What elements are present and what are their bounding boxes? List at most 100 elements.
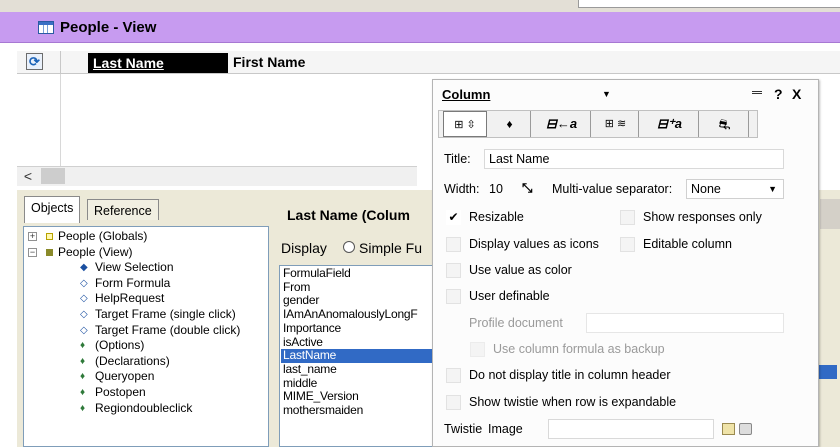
field-list-item[interactable]: LastName: [281, 349, 438, 363]
column-separator: [60, 51, 61, 74]
profile-document-label: Profile document: [469, 316, 563, 330]
show-responses-label: Show responses only: [643, 210, 762, 224]
tab-objects[interactable]: Objects: [24, 196, 81, 223]
tree-item-label: Regiondoubleclick: [95, 400, 193, 415]
width-field[interactable]: 10: [489, 182, 503, 196]
tree-item-label: People (Globals): [58, 229, 148, 243]
use-formula-label: Use column formula as backup: [493, 342, 665, 356]
tab-numbers[interactable]: ⊞ ≋: [593, 111, 639, 137]
globals-icon: [46, 233, 53, 240]
field-list-item[interactable]: Importance: [281, 321, 438, 336]
editable-column-label: Editable column: [643, 237, 732, 251]
dialog-close-button[interactable]: X: [792, 86, 801, 102]
right-edge-strip: [820, 199, 840, 229]
expand-icon[interactable]: +: [28, 232, 37, 241]
resizable-label: Resizable: [469, 210, 524, 224]
script-icon: ♦: [80, 340, 86, 352]
field-list-item[interactable]: isActive: [281, 335, 438, 350]
no-title-label: Do not display title in column header: [469, 368, 671, 382]
tree-item-label: Queryopen: [95, 369, 155, 384]
formula-icon[interactable]: [739, 423, 752, 435]
show-twistie-label: Show twistie when row is expandable: [469, 395, 677, 409]
field-list-item[interactable]: FormulaField: [281, 266, 438, 281]
show-responses-checkbox[interactable]: [620, 210, 635, 225]
title-field[interactable]: Last Name: [484, 149, 784, 169]
field-list-item[interactable]: MIME_Version: [281, 390, 438, 404]
folder-icon[interactable]: [722, 423, 735, 435]
simple-function-label: Simple Fu: [359, 240, 423, 256]
scrollbar-thumb[interactable]: [41, 168, 65, 184]
script-icon: ♦: [80, 402, 86, 414]
display-label: Display: [281, 240, 327, 256]
field-list-item[interactable]: mothersmaiden: [281, 403, 438, 418]
formula-diamond-icon: ◆: [80, 262, 88, 274]
tree-item-label: (Declarations): [95, 353, 170, 368]
dialog-help-button[interactable]: ?: [774, 86, 783, 102]
dialog-dropdown-arrow-icon[interactable]: ▼: [602, 89, 611, 99]
field-list[interactable]: FormulaField From gender IAmAnAnomalouslyLo…: [279, 265, 439, 447]
column-header-first-name[interactable]: First Name: [233, 54, 305, 70]
field-list-item[interactable]: last_name: [281, 362, 438, 377]
display-icons-checkbox[interactable]: [446, 237, 461, 252]
twistie-image-field[interactable]: [548, 419, 714, 439]
field-list-item[interactable]: middle: [281, 376, 438, 391]
value-color-checkbox[interactable]: [446, 263, 461, 278]
column-divider: [60, 74, 61, 166]
multi-value-label: Multi-value separator:: [552, 182, 673, 196]
field-list-item[interactable]: IAmAnAnomalouslyLongF: [281, 308, 438, 322]
top-right-input-strip: [578, 0, 840, 8]
tree-item-label: Target Frame (double click): [95, 322, 241, 337]
column-header-last-name[interactable]: Last Name: [88, 53, 228, 73]
dialog-minimize-icon[interactable]: [752, 91, 762, 94]
tab-title-font[interactable]: ⊟⁺a: [641, 111, 699, 137]
dialog-tabs: ⊞ ⇳ ♦ ⊟←a ⊞ ≋ ⊟⁺a ⛐: [438, 110, 758, 138]
field-list-item[interactable]: From: [281, 280, 438, 295]
resizable-checkbox[interactable]: ✔: [446, 210, 461, 225]
script-icon: ♦: [80, 387, 86, 398]
horizontal-scrollbar[interactable]: [17, 166, 417, 186]
refresh-icon[interactable]: ⟳: [26, 53, 43, 70]
no-title-checkbox[interactable]: [446, 368, 461, 383]
editable-column-checkbox[interactable]: [620, 237, 635, 252]
tab-reference[interactable]: Reference: [87, 199, 159, 220]
title-label: Title:: [444, 152, 471, 166]
tab-advanced[interactable]: ⛐: [701, 111, 749, 137]
simple-function-radio[interactable]: [343, 241, 355, 253]
user-definable-checkbox[interactable]: [446, 289, 461, 304]
value-color-label: Use value as color: [469, 263, 572, 277]
window-title: People - View: [60, 19, 157, 36]
collapse-icon[interactable]: −: [28, 247, 37, 257]
event-diamond-icon: ◇: [80, 293, 88, 305]
script-icon: ♦: [80, 371, 86, 383]
twistie-label: Twistie: [444, 422, 483, 436]
tree-item-label: View Selection: [95, 260, 174, 275]
tree-item-label: Postopen: [95, 385, 146, 399]
display-icons-label: Display values as icons: [469, 237, 599, 251]
tree-item-label: Form Formula: [95, 275, 171, 290]
show-twistie-checkbox[interactable]: [446, 395, 461, 410]
dialog-title[interactable]: Column: [442, 87, 490, 102]
event-diamond-icon: ◇: [80, 309, 88, 320]
width-stepper-icon[interactable]: ⤡: [522, 180, 532, 196]
middle-panel-title: Last Name (Colum: [287, 207, 410, 223]
field-list-item[interactable]: gender: [281, 294, 438, 308]
tree-item-label: (Options): [95, 338, 145, 353]
profile-document-field[interactable]: [586, 313, 784, 333]
event-diamond-icon: ◇: [80, 324, 88, 336]
view-object-icon: [46, 248, 53, 256]
tree-item-label: Target Frame (single click): [95, 307, 236, 321]
multi-value-select[interactable]: None ▼: [686, 179, 784, 199]
scroll-left-arrow-icon[interactable]: <: [17, 166, 39, 186]
objects-tree: + People (Globals) − People (View) ◆ View Sel…: [23, 226, 269, 447]
tab-font[interactable]: ⊟←a: [533, 111, 591, 137]
left-panel-tabs: Objects Reference: [17, 196, 272, 226]
tab-sorting[interactable]: ♦: [489, 111, 531, 137]
tree-item-label: HelpRequest: [95, 291, 165, 306]
tree-item-label: People (View): [58, 244, 133, 259]
use-formula-checkbox[interactable]: [470, 342, 485, 357]
tab-basics[interactable]: ⊞ ⇳: [443, 111, 487, 137]
image-label: Image: [488, 422, 523, 436]
width-label: Width:: [444, 182, 480, 196]
chevron-down-icon: ▼: [768, 184, 777, 194]
user-definable-label: User definable: [469, 289, 550, 303]
